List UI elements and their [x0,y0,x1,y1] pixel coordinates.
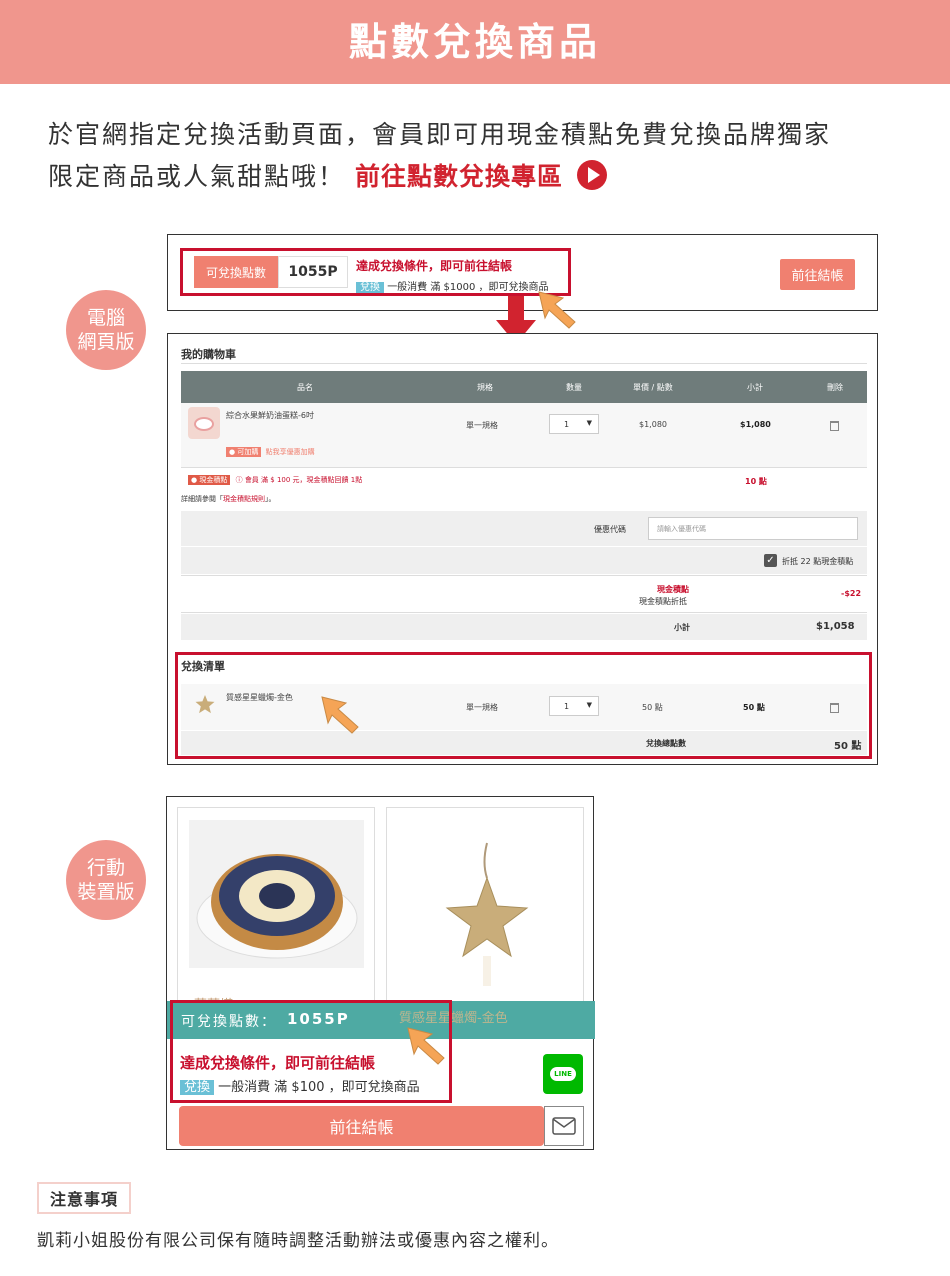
deduct-checkbox[interactable]: ✓ [764,554,777,567]
col-spec: 規格 [477,383,493,392]
discount-value: -$22 [841,589,862,598]
star-candle-image [445,842,529,986]
cash-points-rule: 會員 滿 $ 100 元，現金積點回饋 1點 [244,476,363,484]
col-price: 單價 / 點數 [633,383,673,392]
blueberry-tart-image [189,820,364,968]
desktop-version-badge: 電腦 網頁版 [66,290,146,370]
intro-line-2-text: 限定商品或人氣甜點哦！ [48,162,346,191]
highlight-box-points [180,248,571,296]
line-share-button[interactable]: LINE [543,1054,583,1094]
cash-detail-line: 詳細請參閱「現金積點規則」。 [181,494,276,504]
intro-line-1: 於官網指定兌換活動頁面，會員即可用現金積點免費兌換品牌獨家 [48,120,832,149]
divider [181,467,867,468]
cash-points-earned: 10 點 [745,477,767,486]
page-title: 點數兌換商品 [348,20,601,64]
deduct-label: 折抵 22 點現金積點 [782,557,854,566]
discount-red-label: 現金積點 [657,585,689,594]
notes-title: 注意事項 [37,1182,131,1214]
pointer-arrow-icon [407,1027,445,1065]
cart-title: 我的購物車 [181,348,236,361]
subtotal-label: 小計 [674,623,690,632]
product-card-candle[interactable] [386,807,584,1007]
page-header: 點數兌換商品 [0,0,950,84]
cake-thumbnail [188,407,220,439]
discount-label: 現金積點折抵 [639,597,687,606]
col-subtotal: 小計 [747,383,763,392]
mobile-version-badge: 行動 裝置版 [66,840,146,920]
intro-paragraph: 於官網指定兌換活動頁面，會員即可用現金積點免費兌換品牌獨家 限定商品或人氣甜點哦… [48,114,908,198]
subtotal-row [181,614,867,640]
col-qty: 數量 [566,383,582,392]
coupon-label: 優惠代碼 [594,525,626,534]
highlight-box-exchange [175,652,872,759]
cart-item-price: $1,080 [639,420,667,429]
mobile-checkout-button[interactable]: 前往結帳 [179,1106,544,1146]
pointer-arrow-icon [538,291,576,329]
pointer-arrow-icon [321,696,359,734]
subtotal-value: $1,058 [816,621,855,632]
cart-qty-value: 1 [564,419,570,429]
divider [181,363,867,364]
line-icon: LINE [550,1067,576,1081]
exchange-zone-link[interactable]: 前往點數兌換專區 [355,162,563,191]
cart-item-spec: 單一規格 [466,421,498,430]
cart-item-subtotal: $1,080 [740,420,771,429]
cash-detail-prefix: 詳細請參閱「 [181,495,223,503]
discount-row [181,575,867,613]
cart-table-header: 品名 規格 數量 單價 / 點數 小計 刪除 [181,371,867,403]
mail-share-button[interactable] [544,1106,584,1146]
addon-tag: ● 可加購 [226,447,262,457]
chevron-down-icon: ▼ [586,419,592,427]
coupon-input[interactable]: 請輸入優惠代碼 [648,517,858,540]
addon-link[interactable]: 點我享優惠加購 [266,448,315,456]
trash-icon[interactable] [830,421,839,431]
col-delete: 刪除 [827,383,843,392]
cash-points-tag: ● 現金積點 [188,475,231,485]
addon-line: ● 可加購 點我享優惠加購 [226,447,315,457]
mail-icon [552,1117,576,1135]
cash-detail-suffix: 」。 [265,495,276,503]
intro-line-2: 限定商品或人氣甜點哦！ 前往點數兌換專區 [48,156,908,198]
cart-item-name[interactable]: 綜合水果鮮奶油蛋糕-6吋 [226,410,314,421]
notes-text: 凱莉小姐股份有限公司保有隨時調整活動辦法或優惠內容之權利。 [37,1231,559,1251]
checkout-button[interactable]: 前往結帳 [780,259,855,290]
col-name: 品名 [297,383,313,392]
play-arrow-icon[interactable] [576,160,607,190]
cart-qty-select[interactable]: 1 ▼ [549,414,599,434]
product-card-tart[interactable]: 藍莓塔 [177,807,375,1013]
cash-rules-link[interactable]: 現金積點規則 [223,495,265,503]
cash-points-line: ● 現金積點 ⓘ 會員 滿 $ 100 元，現金積點回饋 1點 [188,475,362,485]
info-icon: ⓘ [235,476,243,484]
